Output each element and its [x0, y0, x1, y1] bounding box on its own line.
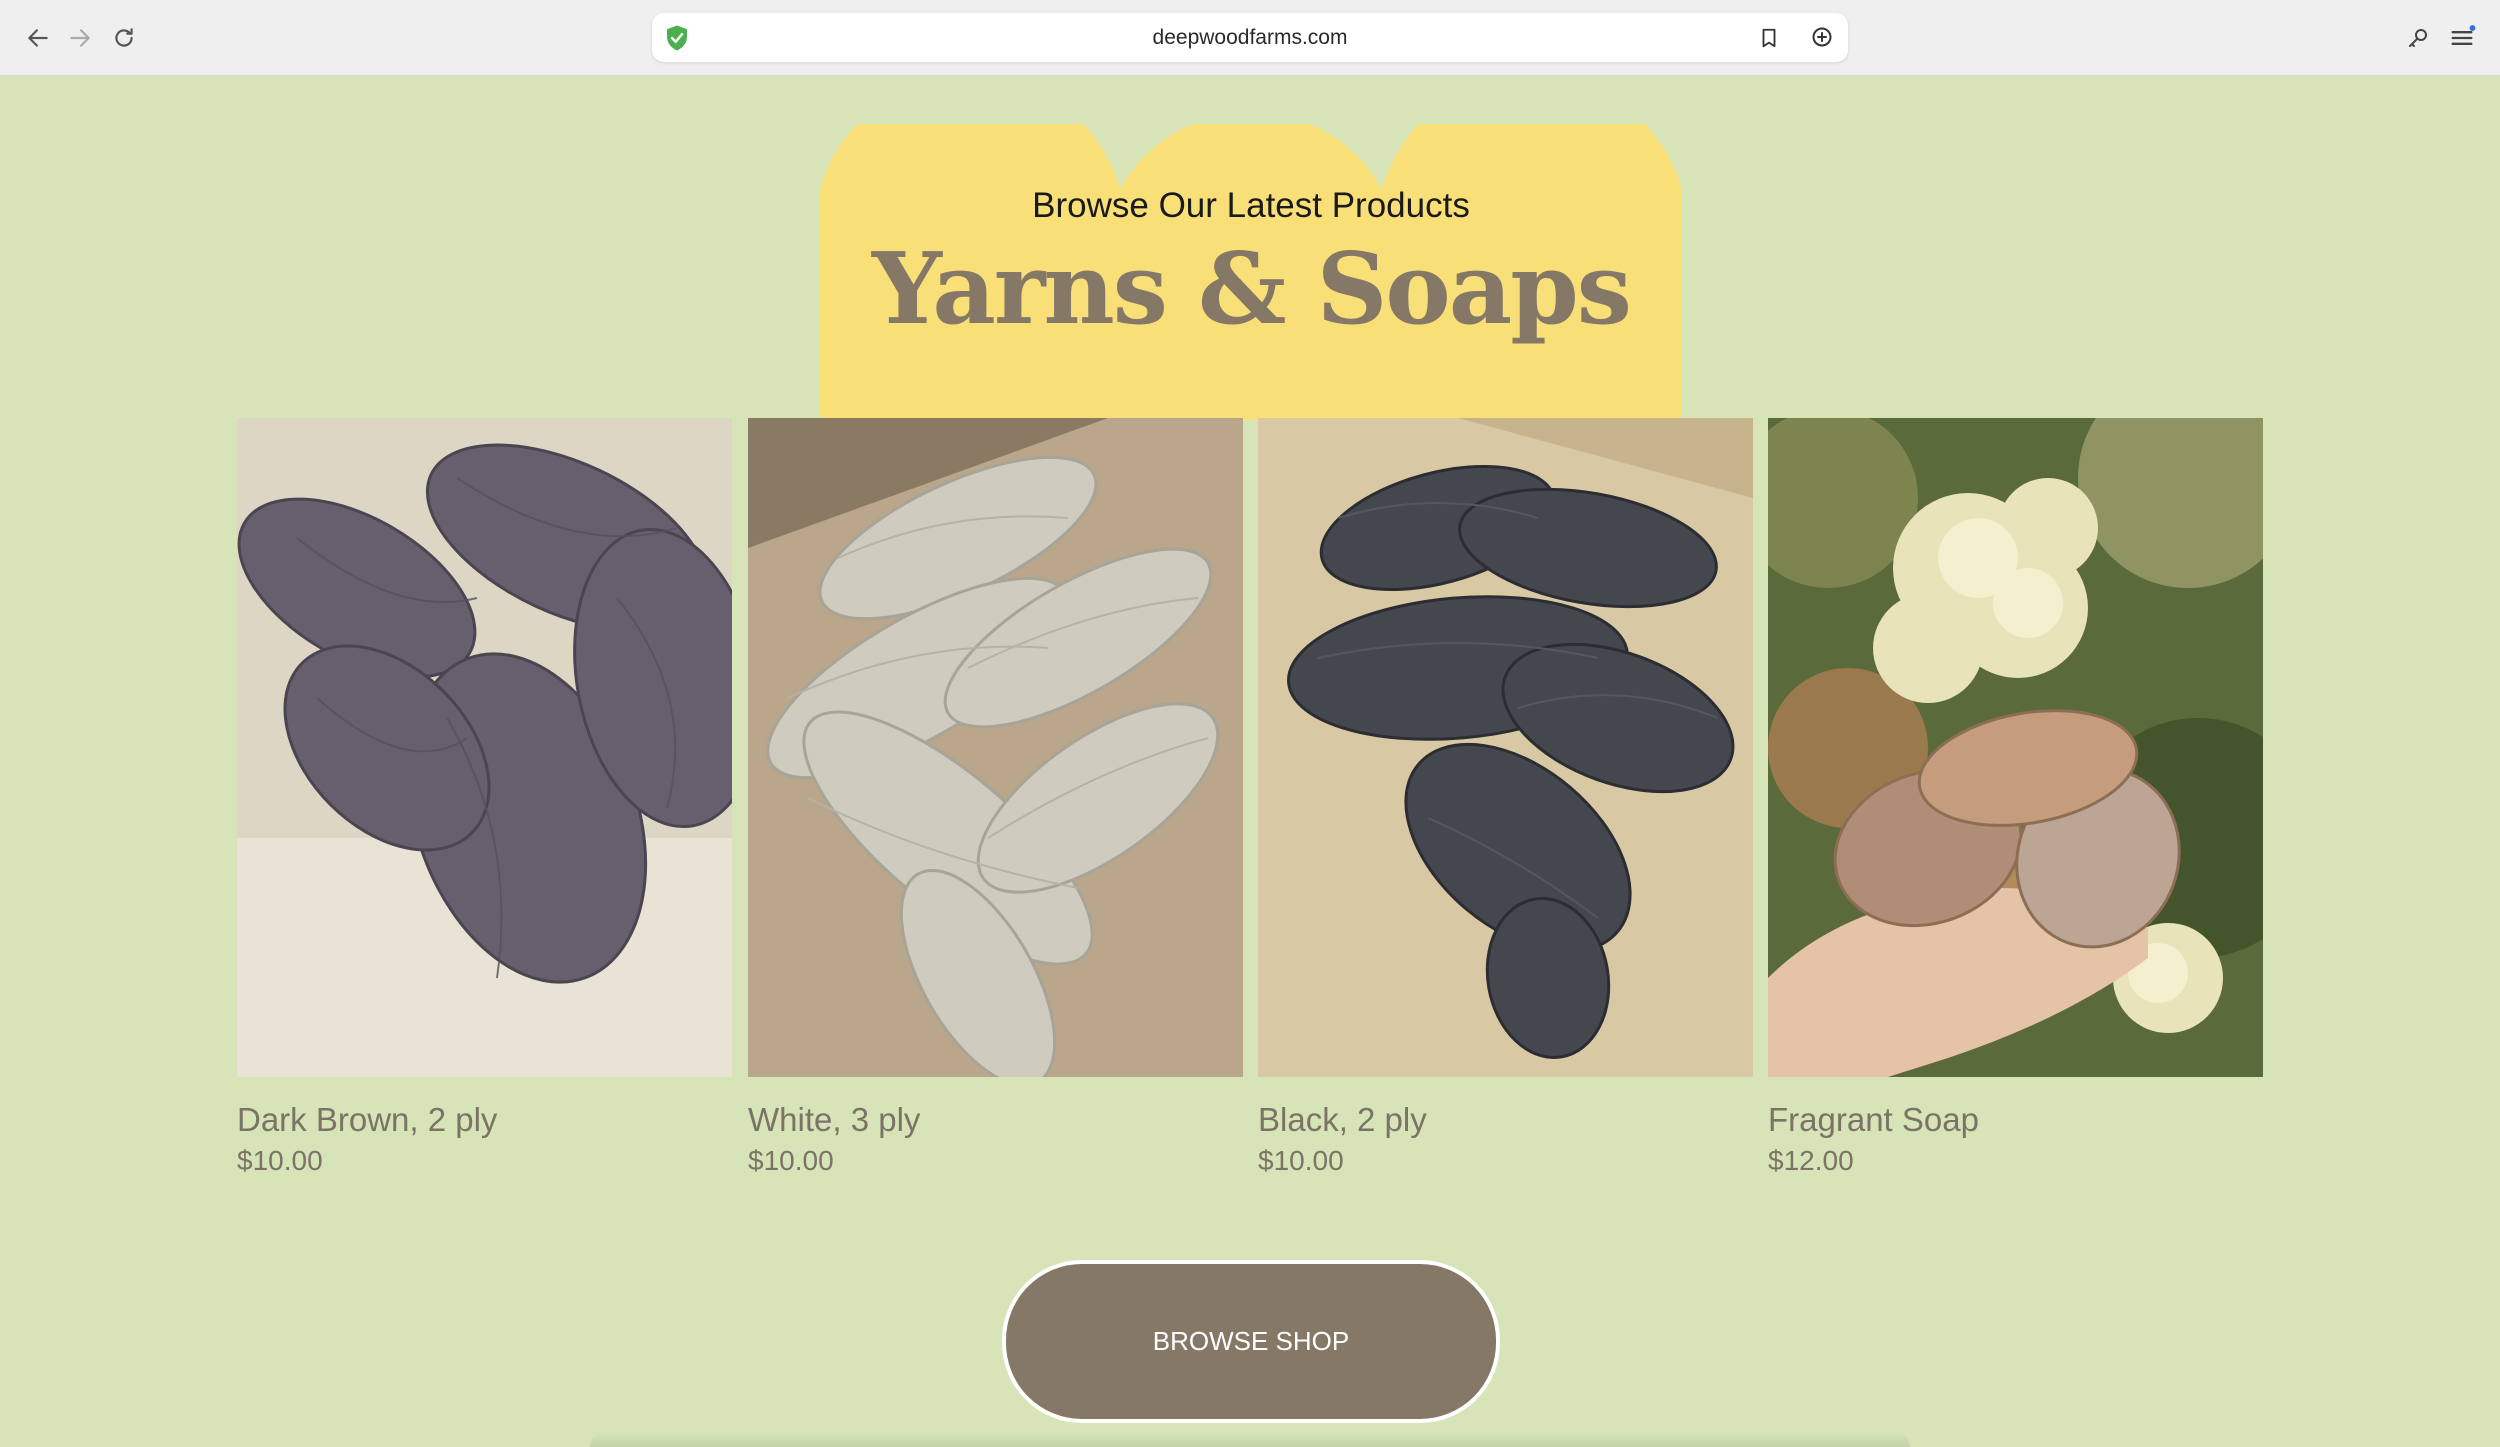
- url-text: deepwoodfarms.com: [1152, 26, 1348, 49]
- product-image-white-yarn[interactable]: [748, 418, 1243, 1077]
- arrow-left-icon: [28, 29, 48, 47]
- product-name[interactable]: Dark Brown, 2 ply: [237, 1101, 732, 1139]
- key-icon: [2409, 29, 2427, 47]
- chat-plus-icon: [1812, 27, 1832, 47]
- product-name[interactable]: Black, 2 ply: [1258, 1101, 1753, 1139]
- footer-edge: [590, 1432, 1910, 1447]
- browse-shop-button[interactable]: BROWSE SHOP: [1002, 1260, 1500, 1423]
- product-card[interactable]: Black, 2 ply $10.00: [1258, 418, 1753, 1177]
- product-price: $10.00: [237, 1145, 323, 1176]
- address-bar[interactable]: deepwoodfarms.com: [652, 13, 1848, 62]
- arrow-right-icon: [70, 29, 90, 47]
- menu-icon: [2451, 25, 2476, 45]
- product-price: $10.00: [748, 1145, 834, 1176]
- product-image-black-yarn[interactable]: [1258, 418, 1753, 1077]
- product-card[interactable]: Fragrant Soap $12.00: [1768, 418, 2263, 1177]
- reload-button[interactable]: [106, 20, 142, 56]
- product-image-soap[interactable]: [1768, 418, 2263, 1077]
- hero-title: Yarns & Soaps: [872, 232, 1632, 347]
- back-button[interactable]: [20, 20, 56, 56]
- product-card[interactable]: Dark Brown, 2 ply $10.00: [237, 418, 732, 1177]
- product-image-dark-yarn[interactable]: [237, 418, 732, 1077]
- reload-icon: [115, 28, 133, 47]
- product-name[interactable]: White, 3 ply: [748, 1101, 1243, 1139]
- product-price: $10.00: [1258, 1145, 1344, 1176]
- hero-subtitle: Browse Our Latest Products: [1032, 186, 1470, 225]
- product-card[interactable]: White, 3 ply $10.00: [748, 418, 1243, 1177]
- bookmark-button[interactable]: [1754, 23, 1784, 53]
- menu-button[interactable]: [2444, 20, 2480, 56]
- product-price: $12.00: [1768, 1145, 1854, 1176]
- bookmark-icon: [1762, 28, 1776, 48]
- passwords-button[interactable]: [2400, 20, 2436, 56]
- chat-button[interactable]: [1807, 23, 1837, 53]
- product-name[interactable]: Fragrant Soap: [1768, 1101, 2263, 1139]
- browser-toolbar: deepwoodfarms.com: [0, 0, 2500, 76]
- forward-button[interactable]: [62, 20, 98, 56]
